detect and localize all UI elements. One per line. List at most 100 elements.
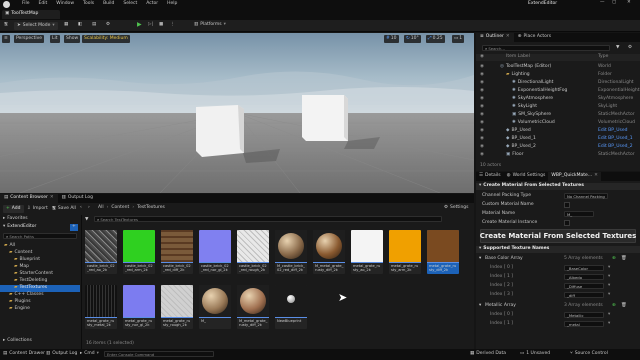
outliner-row[interactable]: ◉ ◆ BP_Used_2 Edit BP_Used_2: [476, 143, 640, 151]
array-element-input[interactable]: _Metallic: [564, 312, 604, 318]
folder-tree-item[interactable]: ▰ Plugins: [0, 299, 80, 306]
array-element-input[interactable]: _BaseColor: [564, 265, 604, 271]
add-folder-icon[interactable]: +: [70, 224, 78, 231]
visibility-icon[interactable]: ◉: [480, 88, 484, 94]
viewport-menu-button[interactable]: ≡: [2, 35, 10, 43]
rotation-snap-button[interactable]: ↻ 10°: [404, 35, 421, 43]
scalability-button[interactable]: Scalability: Medium: [82, 35, 130, 43]
outliner-row[interactable]: ◉ ▰ Lighting Folder: [476, 71, 640, 79]
chevron-down-icon[interactable]: ▾: [608, 283, 610, 289]
stop-icon[interactable]: ■: [159, 22, 163, 28]
chevron-down-icon[interactable]: ▾: [608, 292, 610, 298]
asset-thumbnail[interactable]: castle_brick_02_red_arm_2k: [123, 230, 155, 274]
settings-icon[interactable]: ⚙: [106, 22, 110, 28]
folder-tree-item[interactable]: ▰ StarterContent: [0, 271, 80, 278]
menu-item-actor[interactable]: Actor: [146, 1, 158, 7]
visibility-icon[interactable]: ◉: [480, 136, 484, 142]
derived-data-button[interactable]: ▦ Derived Data: [470, 351, 506, 357]
tab-place-actors[interactable]: ⊕ Place Actors: [514, 33, 555, 42]
cinematics-icon[interactable]: ▤: [92, 22, 96, 28]
save-all-button[interactable]: 🖫 Save All: [52, 205, 76, 213]
chevron-down-icon[interactable]: ▾: [608, 274, 610, 280]
menu-item-tools[interactable]: Tools: [83, 1, 94, 7]
output-log-button[interactable]: ▥ Output Log: [46, 351, 77, 357]
scale-snap-button[interactable]: ⤢ 0.25: [426, 35, 445, 43]
menu-item-build[interactable]: Build: [103, 1, 114, 7]
asset-thumbnail[interactable]: M_metal_grate_rusty_diff_2k: [237, 285, 269, 329]
outliner-row[interactable]: ◉ ▣ Floor StaticMeshActor: [476, 151, 640, 159]
add-element-icon[interactable]: ⊕: [612, 256, 616, 262]
project-header[interactable]: ▾ ExtendEditor: [3, 224, 36, 230]
collections-header[interactable]: ▸ Collections: [3, 338, 32, 344]
outliner-row[interactable]: ◉ ◆ BP_Used Edit BP_Used: [476, 127, 640, 135]
menu-item-window[interactable]: Window: [56, 1, 74, 7]
console-input[interactable]: Enter Console Command: [104, 351, 214, 357]
delete-icon[interactable]: 🗑: [621, 303, 627, 309]
visibility-icon[interactable]: ◉: [480, 112, 484, 118]
visibility-icon[interactable]: ◉: [480, 64, 484, 70]
asset-thumbnail[interactable]: NewBlueprint: [275, 285, 307, 329]
section-supported-names[interactable]: ▾ Supported Texture Names: [476, 246, 640, 253]
array-element-input[interactable]: _Albedo: [564, 274, 604, 280]
outliner-row[interactable]: ◉ ◎ ToolTestMap (Editor) World: [476, 63, 640, 71]
add-content-icon[interactable]: ▦: [64, 22, 68, 28]
outliner-row[interactable]: ◉✺ExponentialHeightFogExponentialHeightF…: [476, 87, 640, 95]
delete-icon[interactable]: 🗑: [621, 256, 627, 262]
folder-tree-item[interactable]: ▰ Blueprint: [0, 257, 80, 264]
visibility-icon[interactable]: ◉: [480, 104, 484, 110]
visibility-icon[interactable]: ◉: [480, 128, 484, 134]
outliner-item-type[interactable]: Edit BP_Used_1: [598, 136, 633, 142]
outliner-row[interactable]: ◉ ✺ SkyLight SkyLight: [476, 103, 640, 111]
tab-outliner[interactable]: ≣ Outliner ✕: [476, 33, 514, 42]
asset-thumbnail[interactable]: metal_grate_rusty_rough_2k: [161, 285, 193, 329]
outliner-row[interactable]: ◉ ✺ SkyAtmosphere SkyAtmosphere: [476, 95, 640, 103]
menu-item-edit[interactable]: Edit: [39, 1, 48, 7]
breadcrumb-item[interactable]: All: [98, 205, 104, 211]
outliner-row[interactable]: ◉ ✺ DirectionalLight DirectionalLight: [476, 79, 640, 87]
unsaved-button[interactable]: ▭ 1 Unsaved: [520, 351, 550, 357]
chevron-down-icon[interactable]: ▾: [608, 321, 610, 327]
outliner-row[interactable]: ◉ ◆ BP_Used_1 Edit BP_Used_1: [476, 135, 640, 143]
tab-world-settings[interactable]: ◍ World Settings: [504, 172, 549, 181]
blueprint-icon[interactable]: ◧: [78, 22, 82, 28]
level-tab[interactable]: ▣ ToolTestMap: [2, 10, 60, 19]
forward-icon[interactable]: ›: [88, 205, 90, 211]
outliner-settings-icon[interactable]: ⚙: [628, 45, 632, 51]
maximize-button[interactable]: ▢: [612, 0, 616, 6]
cmd-dropdown[interactable]: ▸ Cmd ▾: [80, 351, 99, 357]
close-button[interactable]: ✕: [627, 0, 631, 6]
step-icon[interactable]: ▷|: [148, 22, 153, 28]
checkbox[interactable]: [564, 202, 570, 208]
metallic-array-header[interactable]: ▾ Metallic Array 3 Array elements ⊕ 🗑: [476, 302, 640, 310]
platforms-button[interactable]: ▥ Platforms ▾: [194, 22, 226, 28]
visibility-icon[interactable]: ◉: [480, 152, 484, 158]
chevron-down-icon[interactable]: ▾: [608, 312, 610, 318]
back-icon[interactable]: ‹: [80, 205, 82, 211]
chevron-down-icon[interactable]: ▾: [608, 265, 610, 271]
asset-thumbnail[interactable]: castle_brick_02_red_diff_2k: [161, 230, 193, 274]
save-icon[interactable]: 🖫: [4, 22, 8, 28]
visibility-icon[interactable]: ◉: [480, 120, 484, 126]
base-color-array-header[interactable]: ▾ Base Color Array 5 Array elements ⊕ 🗑: [476, 255, 640, 263]
asset-thumbnail[interactable]: castle_brick_02_red_rough_2k: [237, 230, 269, 274]
asset-thumbnail[interactable]: metal_grate_rusty_ao_2k: [351, 230, 383, 274]
asset-thumbnail[interactable]: M_: [199, 285, 231, 329]
folder-tree-item[interactable]: ▰ C++ Classes: [0, 292, 80, 299]
tab-details[interactable]: ☰ Details: [476, 172, 504, 181]
select-mode-button[interactable]: ➤ Select Mode ▾: [14, 22, 58, 30]
breadcrumb-item[interactable]: TestTextures: [137, 205, 165, 211]
asset-thumbnail[interactable]: metal_grate_rusty_nor_gl_2k: [123, 285, 155, 329]
asset-thumbnail[interactable]: metal_grate_rusty_diff_2k: [427, 230, 459, 274]
asset-search-input[interactable]: ⌕ Search TestTextures: [94, 216, 442, 222]
level-viewport[interactable]: [0, 33, 474, 193]
asset-thumbnail[interactable]: M_castle_brick_02_red_diff_2k: [275, 230, 307, 274]
outliner-item-type[interactable]: Edit BP_Used: [598, 128, 627, 134]
folder-tree-item[interactable]: ▰ Engine: [0, 306, 80, 313]
array-element-input[interactable]: _Diffuse: [564, 283, 604, 289]
visibility-icon[interactable]: ◉: [480, 80, 484, 86]
folder-tree-item[interactable]: ▰ Content: [0, 250, 80, 257]
import-button[interactable]: ⇩ Import: [27, 205, 48, 213]
folder-tree-item[interactable]: ▰ Map: [0, 264, 80, 271]
asset-thumbnail[interactable]: castle_brick_02_red_ao_2k: [85, 230, 117, 274]
tab-output-log[interactable]: ▥ Output Log: [58, 194, 97, 203]
